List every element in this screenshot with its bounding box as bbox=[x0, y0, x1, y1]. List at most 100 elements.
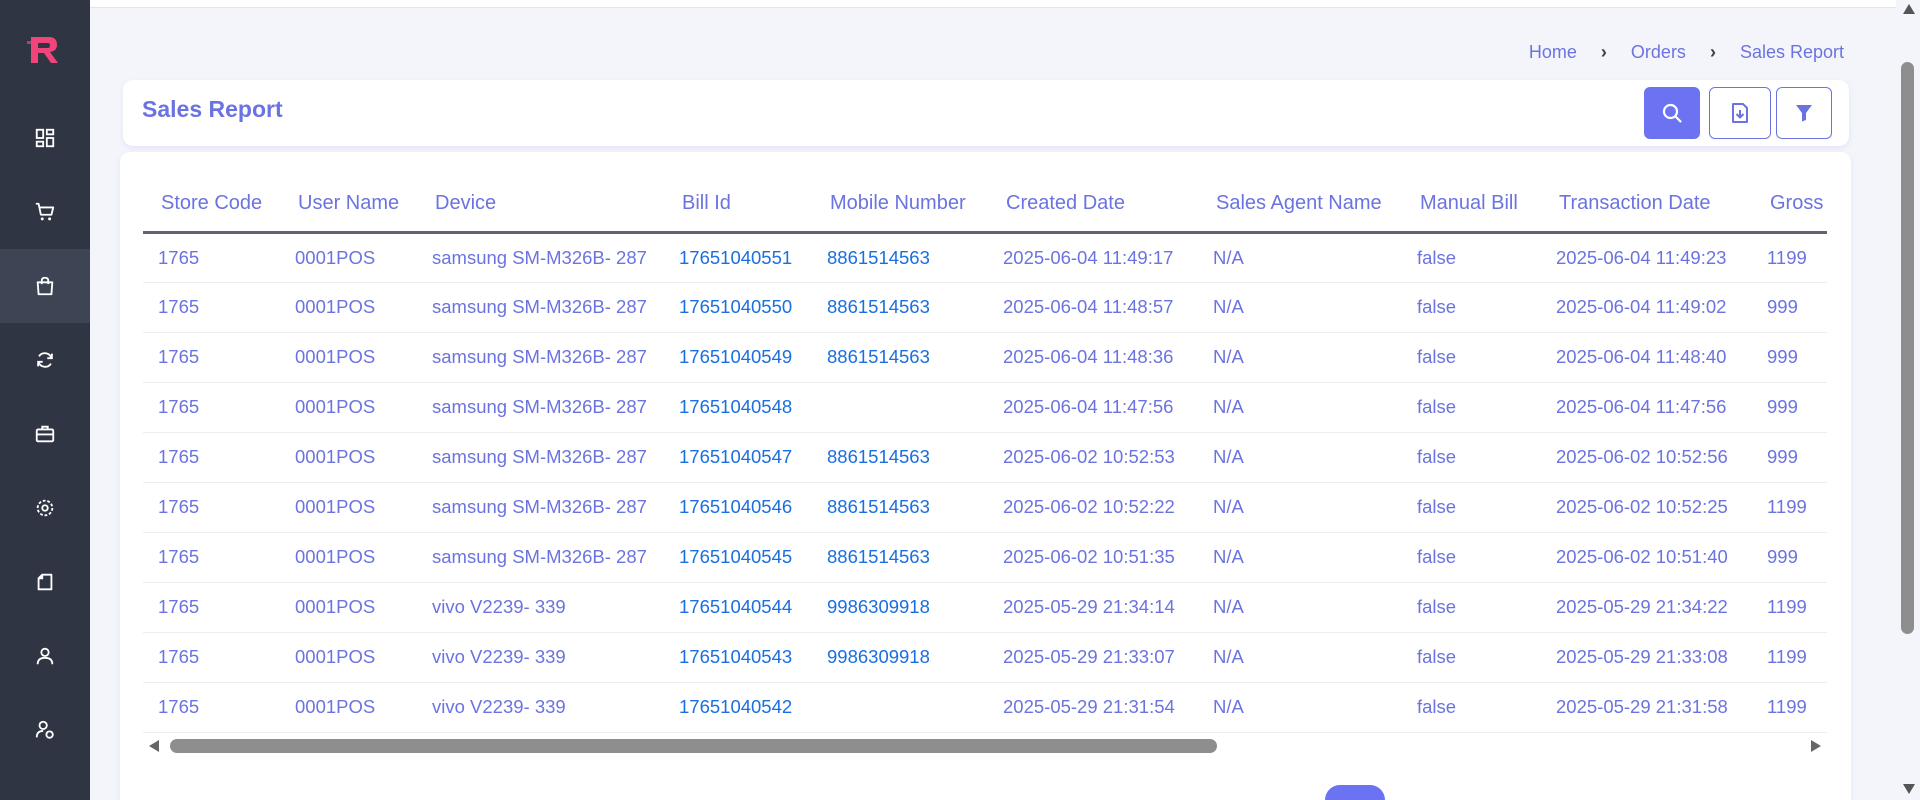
cell-manual-bill: false bbox=[1402, 582, 1541, 633]
sales-table-scroll[interactable]: Store Code User Name Device Bill Id Mobi… bbox=[143, 177, 1827, 759]
nav-user[interactable] bbox=[0, 619, 90, 693]
top-bar bbox=[90, 0, 1896, 8]
table-row[interactable]: 1765 0001POS vivo V2239- 339 17651040543 998… bbox=[143, 632, 1827, 683]
cell-mobile-number[interactable]: 8861514563 bbox=[812, 282, 988, 333]
cell-bill-id[interactable]: 17651040544 bbox=[664, 582, 812, 633]
cell-bill-id[interactable]: 17651040549 bbox=[664, 332, 812, 383]
cell-created-date: 2025-05-29 21:31:54 bbox=[988, 682, 1198, 733]
nav-cart[interactable] bbox=[0, 175, 90, 249]
col-bill-id[interactable]: Bill Id bbox=[664, 177, 812, 234]
search-icon bbox=[1662, 103, 1682, 123]
cell-gross-total: 1199 bbox=[1752, 482, 1827, 533]
cell-mobile-number[interactable] bbox=[812, 382, 988, 433]
cell-bill-id[interactable]: 17651040546 bbox=[664, 482, 812, 533]
sidebar bbox=[0, 0, 90, 800]
table-row[interactable]: 1765 0001POS samsung SM-M326B- 287 17651040… bbox=[143, 432, 1827, 483]
cell-mobile-number[interactable]: 9986309918 bbox=[812, 582, 988, 633]
nav-dashboard[interactable] bbox=[0, 101, 90, 175]
col-gross-total[interactable]: Gross T bbox=[1752, 177, 1827, 234]
document-icon bbox=[37, 573, 53, 591]
scroll-down-arrow-icon[interactable] bbox=[1903, 784, 1915, 794]
col-manual-bill[interactable]: Manual Bill bbox=[1402, 177, 1541, 234]
cell-sales-agent-name: N/A bbox=[1198, 482, 1402, 533]
scroll-up-arrow-icon[interactable] bbox=[1903, 4, 1915, 14]
cell-bill-id[interactable]: 17651040550 bbox=[664, 282, 812, 333]
table-row[interactable]: 1765 0001POS samsung SM-M326B- 287 17651040… bbox=[143, 482, 1827, 533]
breadcrumb: Home › Orders › Sales Report bbox=[1529, 42, 1844, 63]
cell-manual-bill: false bbox=[1402, 482, 1541, 533]
cell-bill-id[interactable]: 17651040543 bbox=[664, 632, 812, 683]
pagination-button[interactable] bbox=[1325, 785, 1385, 800]
cell-gross-total: 999 bbox=[1752, 382, 1827, 433]
table-row[interactable]: 1765 0001POS samsung SM-M326B- 287 17651040… bbox=[143, 332, 1827, 383]
nav-user-settings[interactable] bbox=[0, 693, 90, 767]
table-row[interactable]: 1765 0001POS vivo V2239- 339 17651040544 998… bbox=[143, 582, 1827, 633]
cell-mobile-number[interactable] bbox=[812, 682, 988, 733]
filter-button[interactable] bbox=[1776, 87, 1832, 139]
cell-user-name: 0001POS bbox=[280, 332, 417, 383]
cell-bill-id[interactable]: 17651040551 bbox=[664, 232, 812, 283]
cell-mobile-number[interactable]: 8861514563 bbox=[812, 482, 988, 533]
cell-user-name: 0001POS bbox=[280, 232, 417, 283]
cell-mobile-number[interactable]: 8861514563 bbox=[812, 232, 988, 283]
cell-device: samsung SM-M326B- 287 bbox=[417, 532, 664, 583]
cart-icon bbox=[35, 202, 55, 221]
cell-transaction-date: 2025-06-02 10:52:25 bbox=[1541, 482, 1752, 533]
cell-user-name: 0001POS bbox=[280, 582, 417, 633]
col-transaction-date[interactable]: Transaction Date bbox=[1541, 177, 1752, 234]
breadcrumb-current: Sales Report bbox=[1739, 42, 1844, 62]
scroll-right-arrow-icon[interactable] bbox=[1811, 740, 1821, 752]
cell-created-date: 2025-05-29 21:34:14 bbox=[988, 582, 1198, 633]
scrollbar-thumb[interactable] bbox=[170, 739, 1217, 753]
cell-bill-id[interactable]: 17651040547 bbox=[664, 432, 812, 483]
scrollbar-thumb[interactable] bbox=[1901, 62, 1914, 634]
cell-manual-bill: false bbox=[1402, 382, 1541, 433]
cell-bill-id[interactable]: 17651040548 bbox=[664, 382, 812, 433]
col-store-code[interactable]: Store Code bbox=[143, 177, 280, 234]
nav-settings[interactable] bbox=[0, 471, 90, 545]
cell-transaction-date: 2025-06-02 10:52:56 bbox=[1541, 432, 1752, 483]
table-row[interactable]: 1765 0001POS samsung SM-M326B- 287 17651040… bbox=[143, 532, 1827, 583]
cell-transaction-date: 2025-05-29 21:33:08 bbox=[1541, 632, 1752, 683]
cell-bill-id[interactable]: 17651040545 bbox=[664, 532, 812, 583]
table-row[interactable]: 1765 0001POS samsung SM-M326B- 287 17651040… bbox=[143, 232, 1827, 283]
cell-created-date: 2025-05-29 21:33:07 bbox=[988, 632, 1198, 683]
table-row[interactable]: 1765 0001POS samsung SM-M326B- 287 17651040… bbox=[143, 282, 1827, 333]
nav-briefcase[interactable] bbox=[0, 397, 90, 471]
nav-orders[interactable] bbox=[0, 249, 90, 323]
cell-sales-agent-name: N/A bbox=[1198, 232, 1402, 283]
cell-transaction-date: 2025-05-29 21:34:22 bbox=[1541, 582, 1752, 633]
col-created-date[interactable]: Created Date bbox=[988, 177, 1198, 234]
cell-transaction-date: 2025-06-04 11:49:02 bbox=[1541, 282, 1752, 333]
cell-device: samsung SM-M326B- 287 bbox=[417, 382, 664, 433]
col-user-name[interactable]: User Name bbox=[280, 177, 417, 234]
cell-bill-id[interactable]: 17651040542 bbox=[664, 682, 812, 733]
cell-mobile-number[interactable]: 8861514563 bbox=[812, 432, 988, 483]
table-row[interactable]: 1765 0001POS vivo V2239- 339 17651040542 202… bbox=[143, 682, 1827, 733]
download-icon bbox=[1732, 103, 1748, 123]
breadcrumb-home[interactable]: Home bbox=[1529, 42, 1577, 63]
vertical-scrollbar[interactable] bbox=[1896, 0, 1920, 800]
search-button[interactable] bbox=[1644, 87, 1700, 139]
cell-gross-total: 1199 bbox=[1752, 232, 1827, 283]
cell-gross-total: 1199 bbox=[1752, 632, 1827, 683]
chevron-right-icon: › bbox=[1600, 42, 1607, 62]
nav-sync[interactable] bbox=[0, 323, 90, 397]
col-mobile-number[interactable]: Mobile Number bbox=[812, 177, 988, 234]
cell-mobile-number[interactable]: 8861514563 bbox=[812, 332, 988, 383]
nav-reports[interactable] bbox=[0, 545, 90, 619]
cell-mobile-number[interactable]: 8861514563 bbox=[812, 532, 988, 583]
col-device[interactable]: Device bbox=[417, 177, 664, 234]
cell-gross-total: 999 bbox=[1752, 532, 1827, 583]
breadcrumb-orders[interactable]: Orders bbox=[1631, 42, 1686, 63]
cell-mobile-number[interactable]: 9986309918 bbox=[812, 632, 988, 683]
download-button[interactable] bbox=[1709, 87, 1771, 139]
table-row[interactable]: 1765 0001POS samsung SM-M326B- 287 17651040… bbox=[143, 382, 1827, 433]
logo-icon[interactable] bbox=[27, 33, 63, 67]
horizontal-scrollbar[interactable] bbox=[143, 734, 1827, 758]
scroll-left-arrow-icon[interactable] bbox=[149, 740, 159, 752]
col-sales-agent-name[interactable]: Sales Agent Name bbox=[1198, 177, 1402, 234]
cell-gross-total: 1199 bbox=[1752, 682, 1827, 733]
cell-user-name: 0001POS bbox=[280, 382, 417, 433]
cell-store-code: 1765 bbox=[143, 332, 280, 383]
